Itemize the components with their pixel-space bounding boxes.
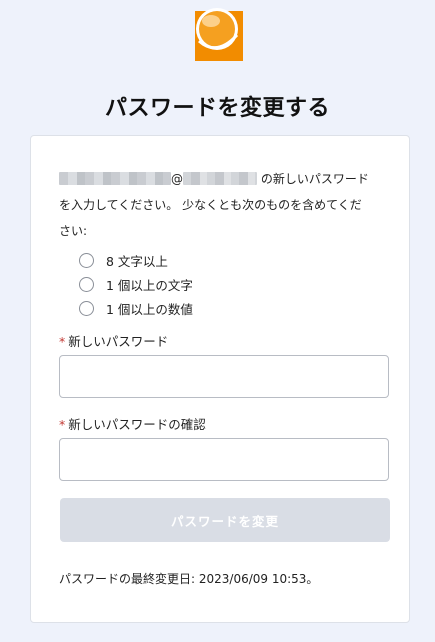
- required-marker: *: [59, 334, 66, 349]
- unchecked-circle-icon: [79, 300, 94, 316]
- confirm-password-label-text: 新しいパスワードの確認: [68, 417, 206, 432]
- new-password-label-text: 新しいパスワード: [68, 334, 169, 349]
- instructions-line2: を入力してください。 少なくとも次のものを含めてくだ: [59, 198, 362, 212]
- requirement-label: 1 個以上の文字: [106, 277, 193, 293]
- requirement-number: 1 個以上の数値: [79, 296, 193, 320]
- unchecked-circle-icon: [79, 252, 94, 268]
- required-marker: *: [59, 417, 66, 432]
- instructions-text: @ の新しいパスワード を入力してください。 少なくとも次のものを含めてくだ さ…: [59, 166, 394, 244]
- brand-logo-icon: [195, 8, 243, 61]
- requirement-min-length: 8 文字以上: [79, 248, 193, 272]
- redacted-username: [59, 172, 171, 185]
- last-changed-date: パスワードの最終変更日: 2023/06/09 10:53。: [59, 572, 319, 586]
- confirm-password-label: * 新しいパスワードの確認: [59, 414, 206, 433]
- instructions-line3: さい:: [59, 224, 88, 238]
- requirement-label: 1 個以上の数値: [106, 301, 193, 317]
- password-change-card: @ の新しいパスワード を入力してください。 少なくとも次のものを含めてくだ さ…: [30, 135, 410, 623]
- redacted-domain: [183, 172, 257, 185]
- change-password-button[interactable]: パスワードを変更: [60, 498, 390, 542]
- unchecked-circle-icon: [79, 276, 94, 292]
- page-title: パスワードを変更する: [104, 96, 330, 121]
- at-sign: @: [171, 172, 183, 186]
- new-password-label: * 新しいパスワード: [59, 331, 168, 350]
- requirement-label: 8 文字以上: [106, 253, 168, 269]
- confirm-password-input[interactable]: [59, 438, 389, 481]
- new-password-input[interactable]: [59, 355, 389, 398]
- requirement-list: 8 文字以上 1 個以上の文字 1 個以上の数値: [79, 248, 193, 320]
- requirement-letter: 1 個以上の文字: [79, 272, 193, 296]
- instructions-line1: の新しいパスワード: [260, 172, 369, 186]
